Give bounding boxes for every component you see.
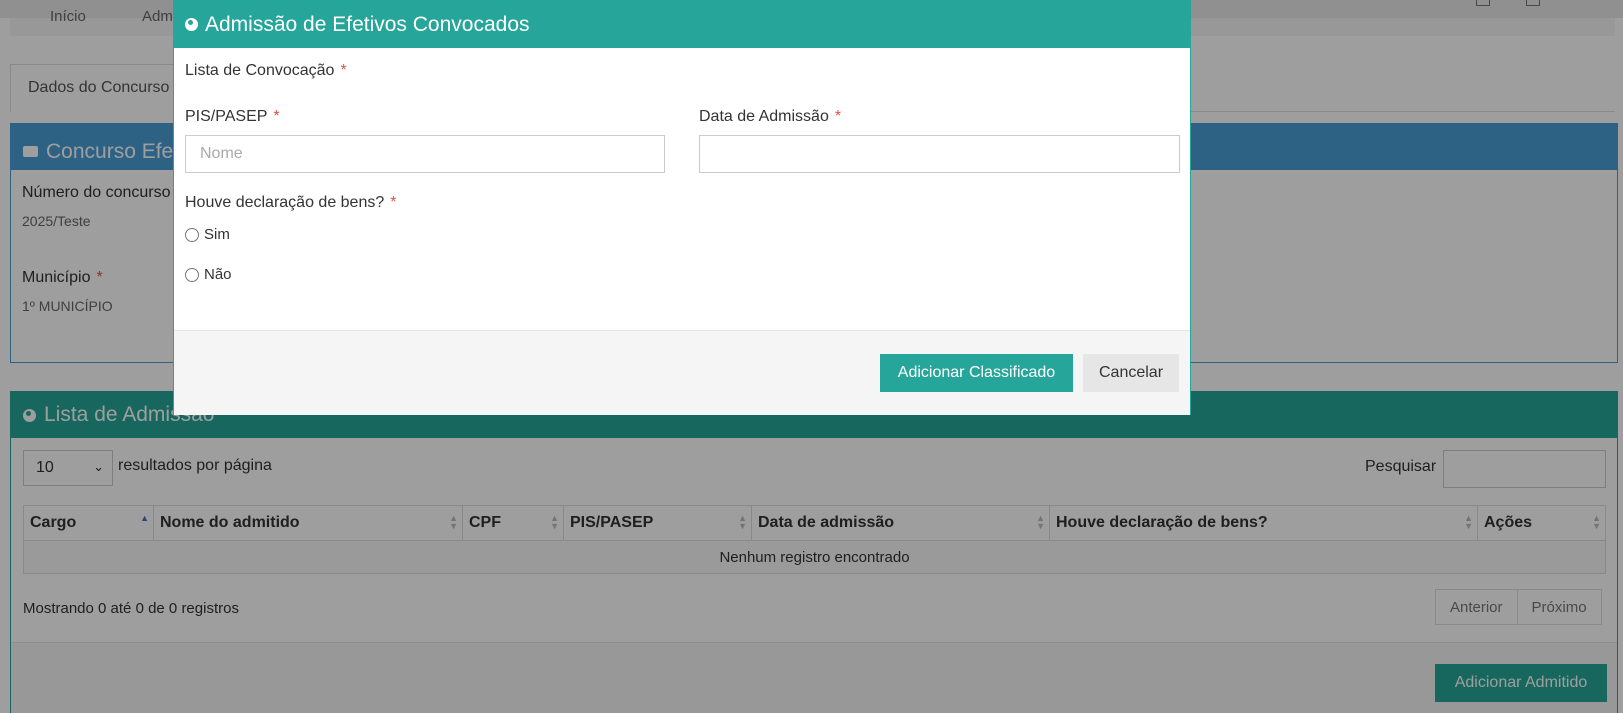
cancel-button[interactable]: Cancelar xyxy=(1083,354,1179,392)
required-mark: * xyxy=(273,108,280,125)
radio-sim-circle[interactable] xyxy=(185,227,199,242)
modal-header: Admissão de Efetivos Convocados xyxy=(174,1,1190,48)
modal-title: Admissão de Efetivos Convocados xyxy=(205,12,530,36)
data-admissao-label-text: Data de Admissão xyxy=(699,108,829,125)
add-classificado-button[interactable]: Adicionar Classificado xyxy=(880,354,1073,392)
required-mark: * xyxy=(390,194,397,211)
pis-label: PIS/PASEP * xyxy=(185,108,280,126)
modal-body: Lista de Convocação * PIS/PASEP * Data de … xyxy=(174,48,1190,330)
admissao-modal: Admissão de Efetivos Convocados Lista de… xyxy=(173,0,1191,415)
pis-input[interactable] xyxy=(185,135,665,173)
radio-sim-label: Sim xyxy=(204,226,230,243)
radio-nao[interactable]: Não xyxy=(185,266,232,283)
required-mark: * xyxy=(340,62,347,79)
radio-nao-label: Não xyxy=(204,266,232,283)
declaracao-label: Houve declaração de bens? * xyxy=(185,194,396,212)
data-admissao-label: Data de Admissão * xyxy=(699,108,841,126)
globe-icon xyxy=(185,18,198,31)
lista-convocacao-label: Lista de Convocação * xyxy=(185,62,347,80)
pis-label-text: PIS/PASEP xyxy=(185,108,268,125)
declaracao-label-text: Houve declaração de bens? xyxy=(185,194,385,211)
modal-footer: Adicionar Classificado Cancelar xyxy=(174,330,1190,415)
data-admissao-input[interactable] xyxy=(699,135,1180,173)
radio-sim[interactable]: Sim xyxy=(185,226,230,243)
lista-convocacao-label-text: Lista de Convocação xyxy=(185,62,335,79)
radio-nao-circle[interactable] xyxy=(185,267,199,282)
required-mark: * xyxy=(834,108,842,125)
